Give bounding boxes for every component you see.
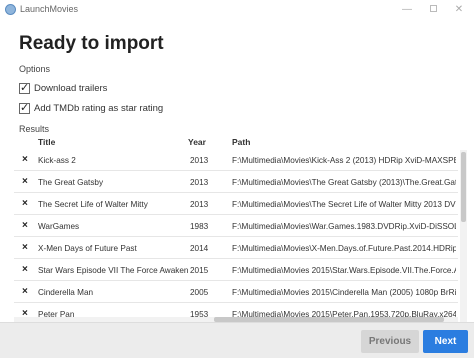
movie-title: Kick-ass 2 <box>38 156 76 165</box>
table-row[interactable]: × Kick-ass 2 2013 F:\Multimedia\Movies\K… <box>14 150 458 171</box>
movie-year: 2014 <box>190 244 209 253</box>
tmdb-rating-option[interactable]: ✓ Add TMDb rating as star rating <box>19 101 163 115</box>
movie-year: 2005 <box>190 288 209 297</box>
table-row[interactable]: × The Secret Life of Walter Mitty 2013 F… <box>14 194 458 215</box>
movie-path: F:\Multimedia\Movies\War.Games.1983.DVDR… <box>232 222 456 231</box>
download-trailers-label[interactable]: Download trailers <box>34 83 107 94</box>
footer-bar: Previous Next <box>0 322 474 358</box>
checkmark-icon: ✓ <box>20 101 30 114</box>
vertical-scroll-thumb[interactable] <box>461 152 466 222</box>
download-trailers-checkbox[interactable]: ✓ <box>19 81 30 94</box>
movie-title: X-Men Days of Future Past <box>38 244 137 253</box>
column-header-path[interactable]: Path <box>232 137 250 147</box>
checkmark-icon: ✓ <box>20 81 30 94</box>
maximize-icon[interactable] <box>426 3 440 17</box>
tmdb-rating-label[interactable]: Add TMDb rating as star rating <box>34 103 163 114</box>
table-row[interactable]: × Cinderella Man 2005 F:\Multimedia\Movi… <box>14 282 458 303</box>
minimize-icon[interactable]: — <box>400 3 414 17</box>
table-row[interactable]: × Star Wars Episode VII The Force Awaken… <box>14 260 458 281</box>
movie-path: F:\Multimedia\Movies\Kick-Ass 2 (2013) H… <box>232 156 456 165</box>
title-bar: LaunchMovies — ✕ <box>0 0 474 20</box>
movie-year: 2013 <box>190 156 209 165</box>
app-logo-icon <box>5 4 16 15</box>
remove-icon[interactable]: × <box>22 221 28 231</box>
movie-title: Cinderella Man <box>38 288 94 297</box>
movie-year: 1983 <box>190 222 209 231</box>
movie-year: 2013 <box>190 200 209 209</box>
vertical-scrollbar[interactable] <box>460 150 467 322</box>
movie-title: WarGames <box>38 222 80 231</box>
movie-title: The Great Gatsby <box>38 178 104 187</box>
movie-path: F:\Multimedia\Movies\The Secret Life of … <box>232 200 456 209</box>
column-header-title[interactable]: Title <box>38 137 55 147</box>
results-table: × Kick-ass 2 2013 F:\Multimedia\Movies\K… <box>14 150 458 322</box>
movie-path: F:\Multimedia\Movies 2015\Star.Wars.Epis… <box>232 266 456 275</box>
remove-icon[interactable]: × <box>22 265 28 275</box>
remove-icon[interactable]: × <box>22 199 28 209</box>
options-section-label: Options <box>19 64 51 74</box>
page-title: Ready to import <box>19 33 164 54</box>
remove-icon[interactable]: × <box>22 243 28 253</box>
window-title: LaunchMovies <box>20 4 79 14</box>
remove-icon[interactable]: × <box>22 155 28 165</box>
next-button[interactable]: Next <box>423 330 468 353</box>
remove-icon[interactable]: × <box>22 177 28 187</box>
table-row[interactable]: × The Great Gatsby 2013 F:\Multimedia\Mo… <box>14 172 458 193</box>
previous-button[interactable]: Previous <box>361 330 419 353</box>
remove-icon[interactable]: × <box>22 287 28 297</box>
movie-title: Star Wars Episode VII The Force Awaken <box>38 266 188 275</box>
results-table-header: Title Year Path <box>0 137 460 151</box>
movie-title: The Secret Life of Walter Mitty <box>38 200 148 209</box>
results-section-label: Results <box>19 124 50 134</box>
movie-year: 2015 <box>190 266 209 275</box>
movie-path: F:\Multimedia\Movies 2015\Cinderella Man… <box>232 288 456 297</box>
table-row[interactable]: × X-Men Days of Future Past 2014 F:\Mult… <box>14 238 458 259</box>
table-row[interactable]: × WarGames 1983 F:\Multimedia\Movies\War… <box>14 216 458 237</box>
close-icon[interactable]: ✕ <box>452 3 466 17</box>
movie-year: 2013 <box>190 178 209 187</box>
column-header-year[interactable]: Year <box>188 137 206 147</box>
tmdb-rating-checkbox[interactable]: ✓ <box>19 101 30 114</box>
download-trailers-option[interactable]: ✓ Download trailers <box>19 81 107 95</box>
movie-path: F:\Multimedia\Movies\X-Men.Days.of.Futur… <box>232 244 456 253</box>
movie-path: F:\Multimedia\Movies\The Great Gatsby (2… <box>232 178 456 187</box>
